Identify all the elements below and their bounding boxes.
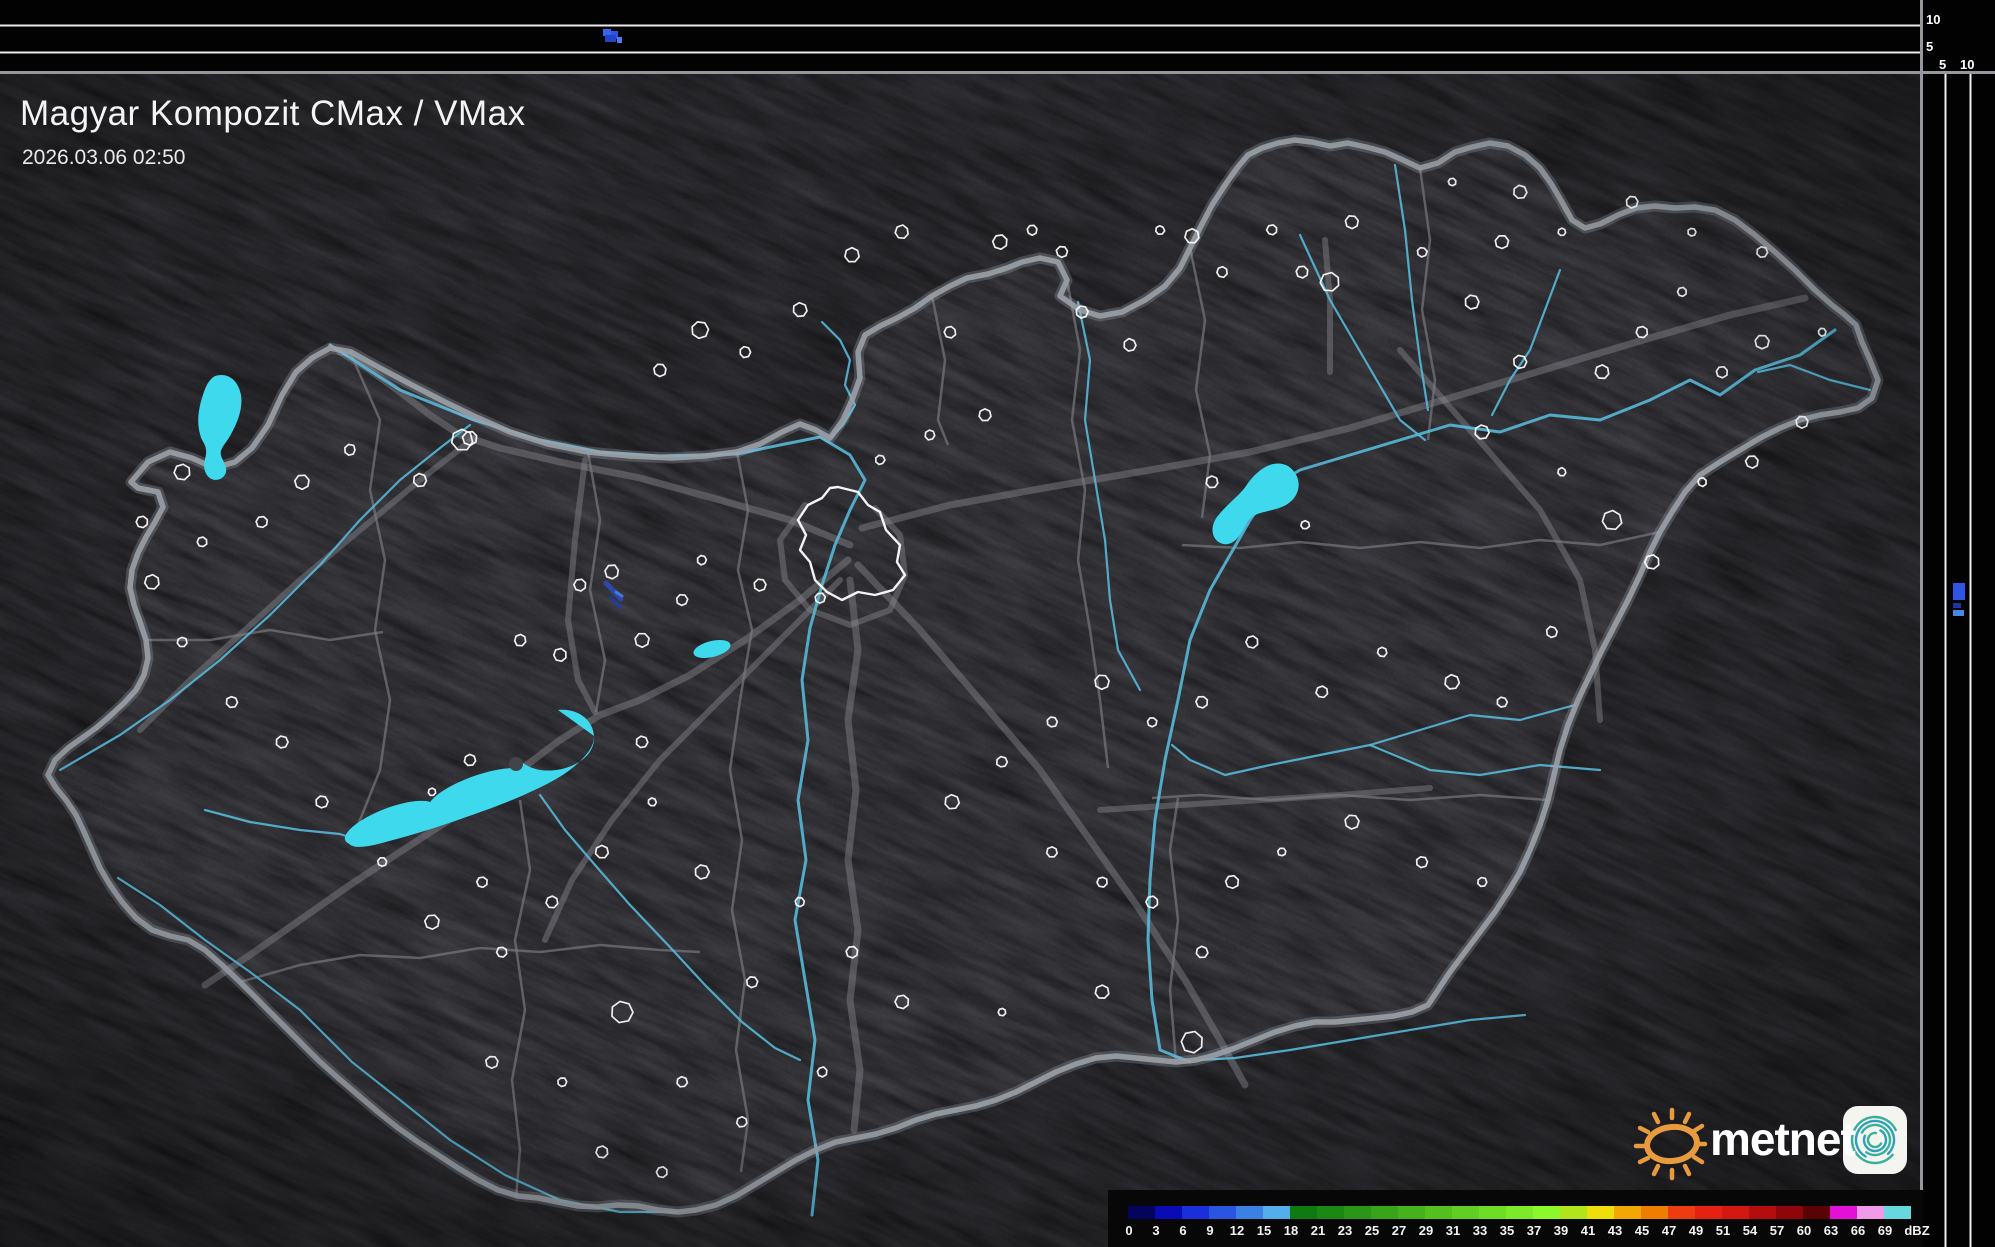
- dbz-tick-label: 15: [1256, 1223, 1272, 1238]
- dbz-segment-12: [1236, 1206, 1263, 1219]
- dbz-tick-label: 51: [1715, 1223, 1731, 1238]
- dbz-tick-label: 6: [1179, 1223, 1187, 1238]
- dbz-tick-label: 41: [1580, 1223, 1596, 1238]
- dbz-segment-60: [1803, 1206, 1830, 1219]
- dbz-tick-label: 69: [1877, 1223, 1893, 1238]
- dbz-tick-label: 45: [1634, 1223, 1650, 1238]
- dbz-segment-54: [1749, 1206, 1776, 1219]
- dbz-segment-47: [1668, 1206, 1695, 1219]
- dbz-tick-label: 9: [1206, 1223, 1214, 1238]
- dbz-segment-33: [1479, 1206, 1506, 1219]
- dbz-tick-label: 35: [1499, 1223, 1515, 1238]
- dbz-tick-label: 12: [1229, 1223, 1245, 1238]
- dbz-segment-69: [1884, 1206, 1911, 1219]
- sun-icon: [1633, 1107, 1708, 1181]
- top-projection-panel: [0, 0, 1995, 72]
- logo-text: metnet: [1710, 1113, 1856, 1165]
- distance-tick-10: 10: [1960, 57, 1975, 72]
- radar-echo-right-projection: [1953, 583, 1965, 616]
- dbz-tick-label: 33: [1472, 1223, 1488, 1238]
- dbz-tick-label: 57: [1769, 1223, 1785, 1238]
- dbz-segment-0: [1128, 1206, 1155, 1219]
- dbz-segment-31: [1452, 1206, 1479, 1219]
- dbz-segment-41: [1587, 1206, 1614, 1219]
- dbz-segment-9: [1209, 1206, 1236, 1219]
- height-tick-10: 10: [1926, 12, 1941, 27]
- page-title: Magyar Kompozit CMax / VMax: [20, 94, 526, 133]
- radar-image: Magyar Kompozit CMax / VMax 2026.03.06 0…: [0, 0, 1995, 1247]
- dbz-segment-21: [1317, 1206, 1344, 1219]
- dbz-tick-label: 18: [1283, 1223, 1299, 1238]
- dbz-segment-49: [1695, 1206, 1722, 1219]
- dbz-tick-label: 0: [1125, 1223, 1133, 1238]
- dbz-tick-label: 3: [1152, 1223, 1160, 1238]
- dbz-segment-23: [1344, 1206, 1371, 1219]
- distance-tick-5: 5: [1939, 57, 1947, 72]
- right-projection-panel: [1921, 0, 1995, 1247]
- dbz-colorbar: [1128, 1206, 1911, 1219]
- dbz-tick-label: 49: [1688, 1223, 1704, 1238]
- dbz-colorbar-labels: 0 3 6 9 12 15 18 21 23 25 27 29 31 33 35 37 39 41 43 45 47 49…: [1125, 1221, 1930, 1239]
- dbz-tick-label: 66: [1850, 1223, 1866, 1238]
- dbz-tick-label: 43: [1607, 1223, 1623, 1238]
- dbz-segment-37: [1533, 1206, 1560, 1219]
- radar-map-canvas: [0, 0, 1995, 1247]
- dbz-tick-label: 39: [1553, 1223, 1569, 1238]
- dbz-segment-63: [1830, 1206, 1857, 1219]
- dbz-segment-18: [1290, 1206, 1317, 1219]
- dbz-segment-39: [1560, 1206, 1587, 1219]
- dbz-tick-label: 21: [1310, 1223, 1326, 1238]
- timestamp: 2026.03.06 02:50: [22, 146, 186, 169]
- dbz-colorbar-panel: 0 3 6 9 12 15 18 21 23 25 27 29 31 33 35 37 39 41 43 45 47 49…: [1108, 1190, 1930, 1247]
- dbz-segment-6: [1182, 1206, 1209, 1219]
- dbz-segment-43: [1614, 1206, 1641, 1219]
- dbz-tick-label: 31: [1445, 1223, 1461, 1238]
- dbz-tick-label: 54: [1742, 1223, 1758, 1238]
- dbz-tick-label: 37: [1526, 1223, 1542, 1238]
- dbz-segment-25: [1371, 1206, 1398, 1219]
- dbz-segment-57: [1776, 1206, 1803, 1219]
- dbz-tick-label: 29: [1418, 1223, 1434, 1238]
- dbz-segment-66: [1857, 1206, 1884, 1219]
- dbz-tick-label: 63: [1823, 1223, 1839, 1238]
- dbz-unit-label: dBZ: [1904, 1223, 1930, 1238]
- height-tick-5: 5: [1926, 39, 1934, 54]
- dbz-segment-35: [1506, 1206, 1533, 1219]
- dbz-segment-29: [1425, 1206, 1452, 1219]
- dbz-tick-label: 23: [1337, 1223, 1353, 1238]
- dbz-segment-27: [1398, 1206, 1425, 1219]
- dbz-segment-51: [1722, 1206, 1749, 1219]
- dbz-tick-label: 27: [1391, 1223, 1407, 1238]
- vignette: [0, 72, 1921, 1247]
- dbz-tick-label: 60: [1796, 1223, 1812, 1238]
- dbz-segment-45: [1641, 1206, 1668, 1219]
- dbz-segment-15: [1263, 1206, 1290, 1219]
- dbz-tick-label: 47: [1661, 1223, 1677, 1238]
- terrain: [0, 72, 1921, 1247]
- dbz-tick-label: 25: [1364, 1223, 1380, 1238]
- dbz-segment-3: [1155, 1206, 1182, 1219]
- metnet-logo: metnet: [1632, 1098, 1922, 1182]
